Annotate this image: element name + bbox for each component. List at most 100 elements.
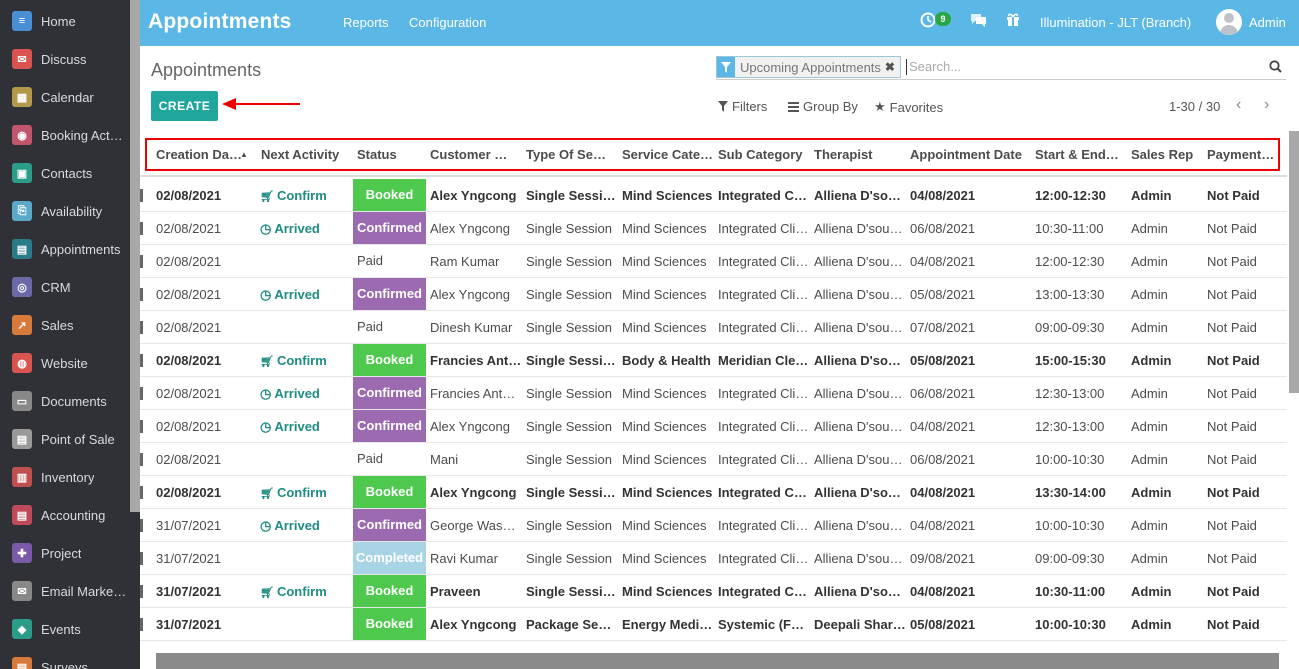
- sidebar-item[interactable]: ▤ Appointments: [0, 230, 130, 268]
- menu-configuration[interactable]: Configuration: [409, 15, 486, 30]
- row-selector[interactable]: [140, 255, 143, 268]
- column-header[interactable]: Creation Da…: [156, 147, 242, 162]
- sidebar-item[interactable]: ◎ CRM: [0, 268, 130, 306]
- row-selector[interactable]: [140, 519, 143, 532]
- row-selector[interactable]: [140, 585, 143, 598]
- column-header[interactable]: Sales Rep: [1131, 147, 1193, 162]
- row-selector[interactable]: [140, 420, 143, 433]
- sidebar-item[interactable]: ✚ Project: [0, 534, 130, 572]
- sidebar-item[interactable]: ✉ Email Marke…: [0, 572, 130, 610]
- filters-button[interactable]: Filters: [718, 99, 767, 114]
- sidebar-item[interactable]: ▤ Accounting: [0, 496, 130, 534]
- row-selector[interactable]: [140, 453, 143, 466]
- next-activity-button[interactable]: 🛒︎ Confirm: [260, 179, 327, 212]
- pager-next-icon[interactable]: ›: [1264, 96, 1269, 114]
- app-title[interactable]: Appointments: [148, 10, 292, 34]
- table-row[interactable]: 02/08/2021 Mani Single Session Mind Science…: [140, 443, 1287, 476]
- next-activity-label: Confirm: [276, 584, 327, 599]
- next-activity-button[interactable]: ◷ Arrived: [260, 509, 320, 542]
- activity-clock-icon[interactable]: [920, 12, 936, 32]
- pager-value[interactable]: 1-30 / 30: [1169, 99, 1220, 114]
- column-header[interactable]: Therapist: [814, 147, 873, 162]
- facet-remove-icon[interactable]: ✖: [885, 60, 900, 74]
- sidebar-item[interactable]: ◍ Website: [0, 344, 130, 382]
- table-row[interactable]: 02/08/2021 Alex Yngcong Single Session Mind…: [140, 278, 1287, 311]
- horizontal-scrollbar[interactable]: [156, 653, 1279, 669]
- sidebar-item[interactable]: ✉ Discuss: [0, 40, 130, 78]
- table-row[interactable]: 02/08/2021 Alex Yngcong Single Session Mind…: [140, 212, 1287, 245]
- row-selector[interactable]: [140, 552, 143, 565]
- next-activity-button[interactable]: 🛒︎ Confirm: [260, 575, 327, 608]
- gift-icon[interactable]: [1006, 12, 1020, 31]
- sidebar-item[interactable]: ▤ Surveys: [0, 648, 130, 669]
- favorites-button[interactable]: ★ Favorites: [874, 99, 943, 115]
- next-activity-label: Arrived: [274, 419, 320, 434]
- row-selector[interactable]: [140, 189, 143, 202]
- row-selector[interactable]: [140, 354, 143, 367]
- table-row[interactable]: 02/08/2021 Alex Yngcong Single Session Mind…: [140, 179, 1287, 212]
- table-row[interactable]: 02/08/2021 Alex Yngcong Single Session Mind…: [140, 476, 1287, 509]
- table-row[interactable]: 31/07/2021 George Wash… Single Session Mind…: [140, 509, 1287, 542]
- next-activity-button[interactable]: ◷ Arrived: [260, 377, 320, 410]
- chat-icon[interactable]: [970, 12, 987, 31]
- column-header[interactable]: Payment…: [1207, 147, 1274, 162]
- next-activity-button[interactable]: ◷ Arrived: [260, 212, 320, 245]
- column-header[interactable]: Start & End…: [1035, 147, 1119, 162]
- next-activity-label: Confirm: [276, 485, 327, 500]
- documents-icon: ▭: [12, 391, 32, 411]
- search-input[interactable]: Search...: [906, 59, 961, 75]
- next-activity-button[interactable]: 🛒︎ Confirm: [260, 344, 327, 377]
- row-selector[interactable]: [140, 486, 143, 499]
- table-row[interactable]: 02/08/2021 Alex Yngcong Single Session Mind…: [140, 410, 1287, 443]
- sidebar-item[interactable]: ▤ Point of Sale: [0, 420, 130, 458]
- next-activity-button[interactable]: ◷ Arrived: [260, 410, 320, 443]
- row-selector[interactable]: [140, 618, 143, 631]
- next-activity-button[interactable]: ◷ Arrived: [260, 278, 320, 311]
- column-header[interactable]: Sub Category: [718, 147, 803, 162]
- sidebar-item[interactable]: ◉ Booking Act…: [0, 116, 130, 154]
- cell-therapist: Alliena D'sou…: [814, 254, 903, 269]
- sidebar-item[interactable]: ▥ Inventory: [0, 458, 130, 496]
- table-row[interactable]: 31/07/2021 Ravi Kumar Single Session Mind S…: [140, 542, 1287, 575]
- next-activity-button[interactable]: 🛒︎ Confirm: [260, 476, 327, 509]
- column-header[interactable]: Service Cate…: [622, 147, 713, 162]
- table-row[interactable]: 31/07/2021 Praveen Single Session Mind Scie…: [140, 575, 1287, 608]
- sidebar-item[interactable]: ≡ Home: [0, 2, 130, 40]
- sidebar-scrollbar[interactable]: [130, 0, 140, 512]
- group-by-button[interactable]: Group By: [788, 99, 858, 114]
- status-badge: Paid: [357, 319, 384, 334]
- sidebar-item[interactable]: ▦ Calendar: [0, 78, 130, 116]
- pager-previous-icon[interactable]: ‹: [1236, 96, 1241, 114]
- create-button[interactable]: CREATE: [151, 91, 218, 121]
- search-icon[interactable]: [1269, 60, 1282, 76]
- column-header[interactable]: Appointment Date: [910, 147, 1022, 162]
- sidebar-item[interactable]: ↗ Sales: [0, 306, 130, 344]
- vertical-scrollbar[interactable]: [1289, 131, 1299, 393]
- row-selector[interactable]: [140, 387, 143, 400]
- row-selector[interactable]: [140, 288, 143, 301]
- row-selector[interactable]: [140, 222, 143, 235]
- company-switcher[interactable]: Illumination - JLT (Branch): [1040, 15, 1191, 30]
- user-avatar[interactable]: [1216, 9, 1242, 35]
- menu-reports[interactable]: Reports: [343, 15, 389, 30]
- cell-date: 06/08/2021: [910, 221, 976, 236]
- sidebar-item[interactable]: ▣ Contacts: [0, 154, 130, 192]
- cell-category: Mind Sciences: [622, 518, 707, 533]
- user-menu[interactable]: Admin: [1249, 15, 1286, 30]
- row-selector[interactable]: [140, 321, 143, 334]
- column-header[interactable]: Customer …: [430, 147, 507, 162]
- sidebar-item[interactable]: ◆ Events: [0, 610, 130, 648]
- column-header[interactable]: Next Activity: [261, 147, 339, 162]
- sidebar-item[interactable]: ▭ Documents: [0, 382, 130, 420]
- column-header[interactable]: Type Of Se…: [526, 147, 606, 162]
- cell-date: 04/08/2021: [910, 584, 976, 599]
- table-row[interactable]: 02/08/2021 Francies Ant… Single Session Min…: [140, 377, 1287, 410]
- sidebar-item[interactable]: ⎘ Availability: [0, 192, 130, 230]
- cell-rep: Admin: [1131, 353, 1172, 368]
- column-header[interactable]: Status: [357, 147, 397, 162]
- table-row[interactable]: 31/07/2021 Alex Yngcong Package Ses… Energy…: [140, 608, 1287, 641]
- cell-customer: Praveen: [430, 584, 481, 599]
- table-row[interactable]: 02/08/2021 Dinesh Kumar Single Session Mind…: [140, 311, 1287, 344]
- table-row[interactable]: 02/08/2021 Ram Kumar Single Session Mind Sc…: [140, 245, 1287, 278]
- table-row[interactable]: 02/08/2021 Francies Ant… Single Session Bod…: [140, 344, 1287, 377]
